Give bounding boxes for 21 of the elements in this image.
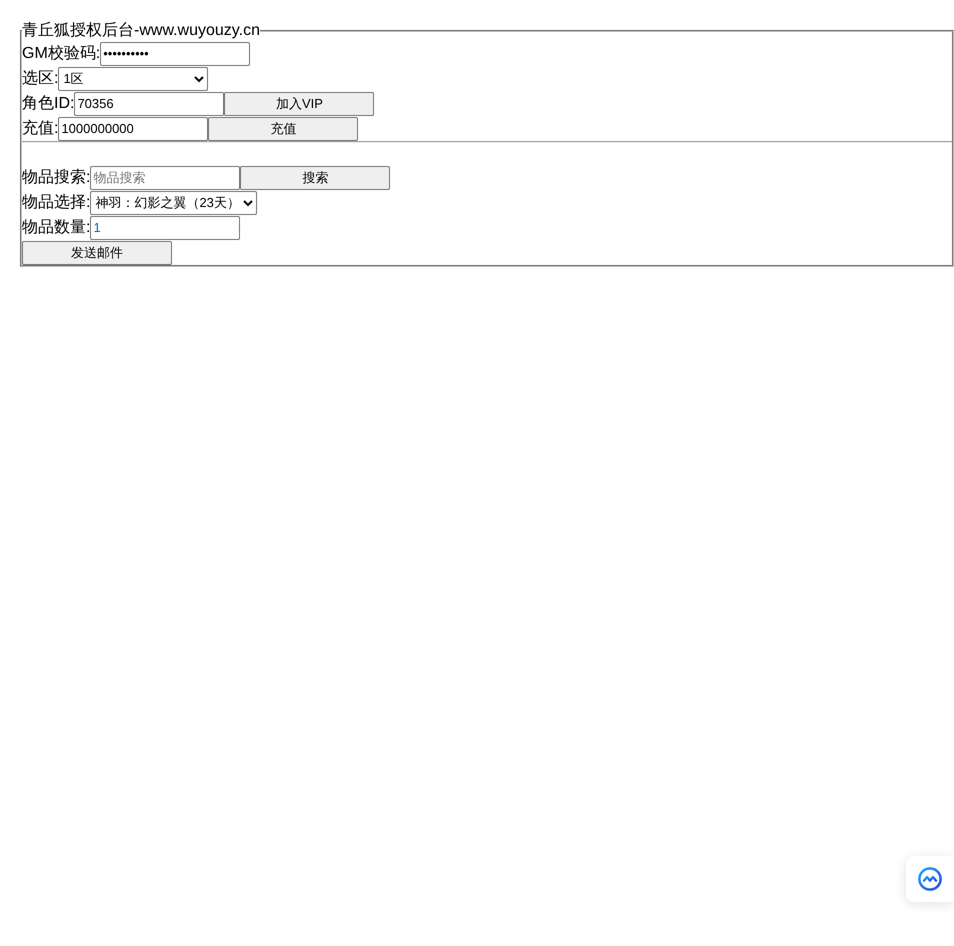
zone-select[interactable]: 1区 xyxy=(58,66,208,90)
gm-code-field[interactable]: •••••••••• xyxy=(100,42,250,66)
field-label: GM校验码: xyxy=(22,44,100,64)
role-id-field[interactable]: 70356 xyxy=(74,92,224,116)
field-label: 角色ID: xyxy=(22,94,74,114)
field-label: 选区: xyxy=(22,68,58,88)
zigzag-circle-icon xyxy=(918,867,942,891)
field-label: 物品数量: xyxy=(22,218,90,238)
form-title: 青丘狐授权后台-www.wuyouzy.cn xyxy=(22,21,260,41)
field-label: 物品选择: xyxy=(22,192,90,212)
field-label: 充值: xyxy=(22,118,58,138)
recharge-button[interactable]: 充值 xyxy=(208,116,358,140)
recharge-field[interactable]: 1000000000 xyxy=(58,116,208,140)
add-vip-button[interactable]: 加入VIP xyxy=(224,92,374,116)
field-label: 物品搜索: xyxy=(22,168,90,188)
item-quantity-field[interactable]: 1 xyxy=(90,216,240,240)
search-button[interactable]: 搜索 xyxy=(240,166,390,190)
item-search-field[interactable]: 物品搜索 xyxy=(90,166,240,190)
floating-button[interactable] xyxy=(906,856,954,902)
item-select[interactable]: 神羽：幻影之翼（23天） xyxy=(90,190,258,214)
send-mail-button[interactable]: 发送邮件 xyxy=(22,240,172,264)
